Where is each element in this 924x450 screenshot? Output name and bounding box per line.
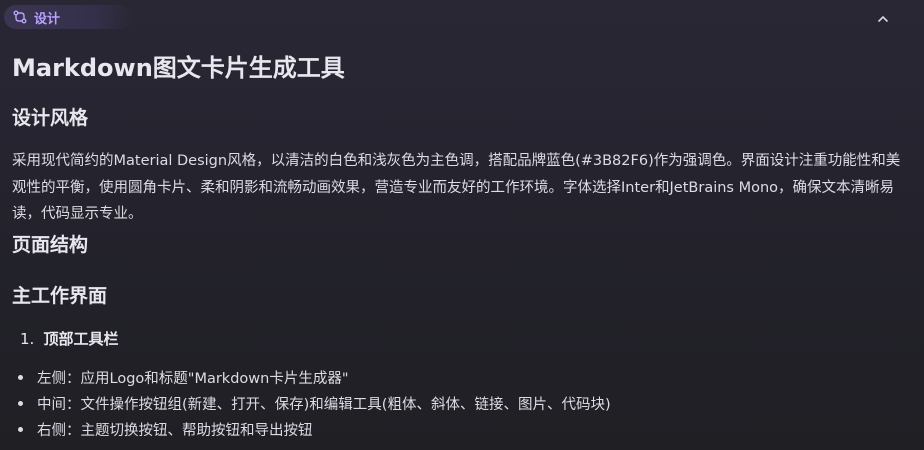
style-paragraph: 采用现代简约的Material Design风格，以清洁的白色和浅灰色为主色调，…	[12, 153, 901, 222]
ordered-list-item: 1. 顶部工具栏	[20, 327, 119, 351]
top-bar: 设计	[0, 0, 924, 36]
chevron-up-icon	[877, 8, 889, 27]
main-interface-heading: 主工作界面	[12, 285, 108, 307]
style-heading: 设计风格	[12, 107, 89, 129]
bullet-icon	[18, 400, 23, 406]
doc-title: Markdown图文卡片生成工具	[12, 54, 345, 82]
branch-icon	[12, 9, 28, 25]
tag-label: 设计	[34, 11, 61, 27]
list-item: 中间：文件操作按钮组(新建、打开、保存)和编辑工具(粗体、斜体、链接、图片、代码…	[16, 390, 611, 416]
bullet-icon	[18, 374, 23, 380]
ordered-item-label: 顶部工具栏	[43, 330, 119, 348]
design-tag[interactable]: 设计	[4, 5, 132, 29]
structure-heading: 页面结构	[12, 234, 89, 256]
bullet-icon	[18, 426, 23, 432]
ordered-item-number: 1.	[20, 330, 35, 348]
list-item: 左侧：应用Logo和标题"Markdown卡片生成器"	[16, 364, 611, 390]
bullet-list: 左侧：应用Logo和标题"Markdown卡片生成器" 中间：文件操作按钮组(新…	[16, 364, 611, 442]
collapse-button[interactable]	[872, 6, 894, 28]
list-item: 右侧：主题切换按钮、帮助按钮和导出按钮	[16, 416, 611, 442]
document-body: Markdown图文卡片生成工具	[12, 50, 912, 86]
